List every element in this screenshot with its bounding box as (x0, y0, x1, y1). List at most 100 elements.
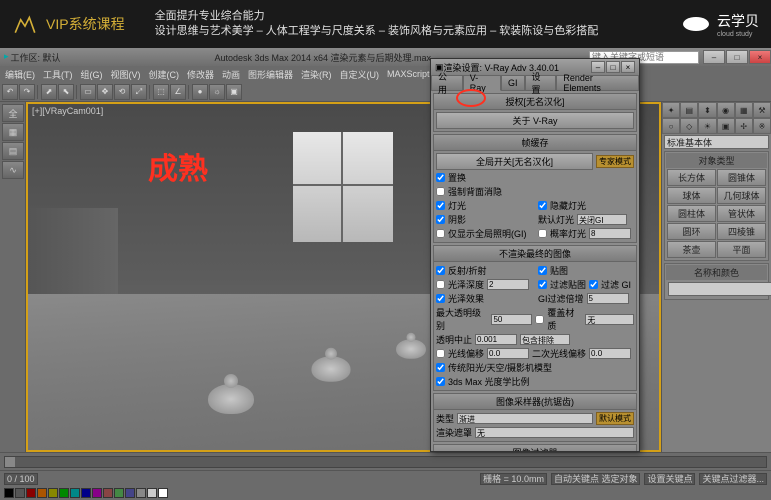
color-swatch[interactable] (147, 488, 157, 498)
primitive-button[interactable]: 茶壶 (667, 241, 716, 258)
primitive-button[interactable]: 长方体 (667, 169, 716, 186)
menu-item[interactable]: 修改器 (184, 68, 217, 81)
rotate-button[interactable]: ⟲ (114, 84, 130, 100)
render-setup-button[interactable]: ☼ (209, 84, 225, 100)
shapes-tab[interactable]: ◇ (680, 118, 698, 134)
menu-item[interactable]: 图形编辑器 (245, 68, 296, 81)
primitive-button[interactable]: 圆柱体 (667, 205, 716, 222)
color-swatch[interactable] (92, 488, 102, 498)
prob-lights-field[interactable]: 8 (589, 228, 631, 239)
color-swatch[interactable] (81, 488, 91, 498)
primitive-button[interactable]: 平面 (717, 241, 766, 258)
dialog-maximize-button[interactable]: □ (606, 61, 620, 73)
primitive-button[interactable]: 圆锥体 (717, 169, 766, 186)
filter-section-header[interactable]: 图像过滤器 (434, 445, 636, 451)
color-swatch[interactable] (70, 488, 80, 498)
prob-lights-checkbox[interactable] (538, 229, 547, 238)
color-swatch[interactable] (26, 488, 36, 498)
expert-mode-button[interactable]: 专家模式 (596, 155, 634, 168)
select-button[interactable]: ▭ (80, 84, 96, 100)
color-swatch[interactable] (114, 488, 124, 498)
max-transp-field[interactable]: 50 (491, 314, 532, 325)
primitive-dropdown[interactable]: 标准基本体 (664, 135, 769, 149)
geometry-tab[interactable]: ○ (662, 118, 680, 134)
override-depth-checkbox[interactable] (436, 280, 445, 289)
motion-tab[interactable]: ◉ (717, 102, 735, 118)
backface-checkbox[interactable] (436, 187, 445, 196)
undo-button[interactable]: ↶ (2, 84, 18, 100)
color-swatch[interactable] (103, 488, 113, 498)
default-lights-dropdown[interactable]: 关闭GI (577, 214, 627, 225)
primitive-button[interactable]: 管状体 (717, 205, 766, 222)
sampler-default-button[interactable]: 默认模式 (596, 412, 634, 425)
layer-button[interactable]: ▦ (2, 123, 24, 141)
close-button[interactable]: × (749, 50, 771, 64)
dialog-tab[interactable]: V-Ray (463, 75, 501, 91)
object-name-input[interactable] (668, 282, 771, 296)
move-button[interactable]: ✥ (97, 84, 113, 100)
transp-cutoff-field[interactable]: 0.001 (475, 334, 517, 345)
dialog-minimize-button[interactable]: – (591, 61, 605, 73)
primitive-button[interactable]: 几何球体 (717, 187, 766, 204)
hidden-lights-checkbox[interactable] (538, 201, 547, 210)
color-swatch[interactable] (15, 488, 25, 498)
primitive-button[interactable]: 圆环 (667, 223, 716, 240)
gi-only-checkbox[interactable] (436, 229, 445, 238)
material-button[interactable]: ● (192, 84, 208, 100)
dialog-tab[interactable]: 公用 (431, 75, 463, 91)
menu-item[interactable]: 组(G) (78, 68, 106, 81)
color-swatch[interactable] (37, 488, 47, 498)
override-mtl-dropdown[interactable]: 无 (585, 314, 634, 325)
angle-snap-button[interactable]: ∠ (170, 84, 186, 100)
menu-item[interactable]: 渲染(R) (298, 68, 335, 81)
legacy-sun-checkbox[interactable] (436, 363, 445, 372)
curve-button[interactable]: ∿ (2, 161, 24, 179)
color-swatch[interactable] (48, 488, 58, 498)
helpers-tab[interactable]: ✢ (735, 118, 753, 134)
minimize-button[interactable]: – (703, 50, 725, 64)
link-button[interactable]: ⬈ (41, 84, 57, 100)
dialog-tab[interactable]: 设置 (525, 75, 557, 91)
setkey-button[interactable]: 设置关键点 (644, 473, 695, 485)
cameras-tab[interactable]: ▣ (717, 118, 735, 134)
time-slider[interactable] (4, 456, 767, 468)
modify-tab[interactable]: ▤ (680, 102, 698, 118)
schematic-button[interactable]: ▤ (2, 142, 24, 160)
maps-checkbox[interactable] (538, 266, 547, 275)
menu-item[interactable]: 视图(V) (108, 68, 144, 81)
display-tab[interactable]: ▦ (735, 102, 753, 118)
utility-tab[interactable]: ⚒ (753, 102, 771, 118)
override-mtl-checkbox[interactable] (535, 315, 544, 324)
menu-item[interactable]: 工具(T) (40, 68, 76, 81)
color-swatch[interactable] (136, 488, 146, 498)
scale-button[interactable]: ⤢ (131, 84, 147, 100)
lights-checkbox[interactable] (436, 201, 445, 210)
all-view-button[interactable]: 全 (2, 104, 24, 122)
sampler-type-dropdown[interactable]: 渐进 (457, 413, 593, 424)
systems-tab[interactable]: ※ (753, 118, 771, 134)
hierarchy-tab[interactable]: ⬍ (698, 102, 716, 118)
workspace-label[interactable]: 工作区: 默认 (11, 51, 61, 64)
menu-item[interactable]: 自定义(U) (337, 68, 383, 81)
refl-checkbox[interactable] (436, 266, 445, 275)
filter-gi-checkbox[interactable] (589, 280, 598, 289)
nomat-section-header[interactable]: 不渲染最终的图像 (434, 246, 636, 262)
color-swatch[interactable] (125, 488, 135, 498)
color-swatch[interactable] (59, 488, 69, 498)
3dsmax-photometric-checkbox[interactable] (436, 377, 445, 386)
primitive-button[interactable]: 四棱锥 (717, 223, 766, 240)
displace-checkbox[interactable] (436, 173, 445, 182)
dialog-tab[interactable]: Render Elements (556, 75, 639, 91)
render-mask-dropdown[interactable]: 无 (475, 427, 634, 438)
color-swatch[interactable] (158, 488, 168, 498)
viewport-label[interactable]: [+][VRayCam001] (32, 106, 103, 116)
color-swatch[interactable] (4, 488, 14, 498)
sampler-section-header[interactable]: 图像采样器(抗锯齿) (434, 394, 636, 410)
dialog-close-button[interactable]: × (621, 61, 635, 73)
frame-section-header[interactable]: 帧缓存 (434, 135, 636, 151)
filter-maps-checkbox[interactable] (538, 280, 547, 289)
snap-button[interactable]: ⬚ (153, 84, 169, 100)
menu-item[interactable]: 编辑(E) (2, 68, 38, 81)
keyfilter-button[interactable]: 关键点过滤器... (699, 473, 767, 485)
redo-button[interactable]: ↷ (19, 84, 35, 100)
